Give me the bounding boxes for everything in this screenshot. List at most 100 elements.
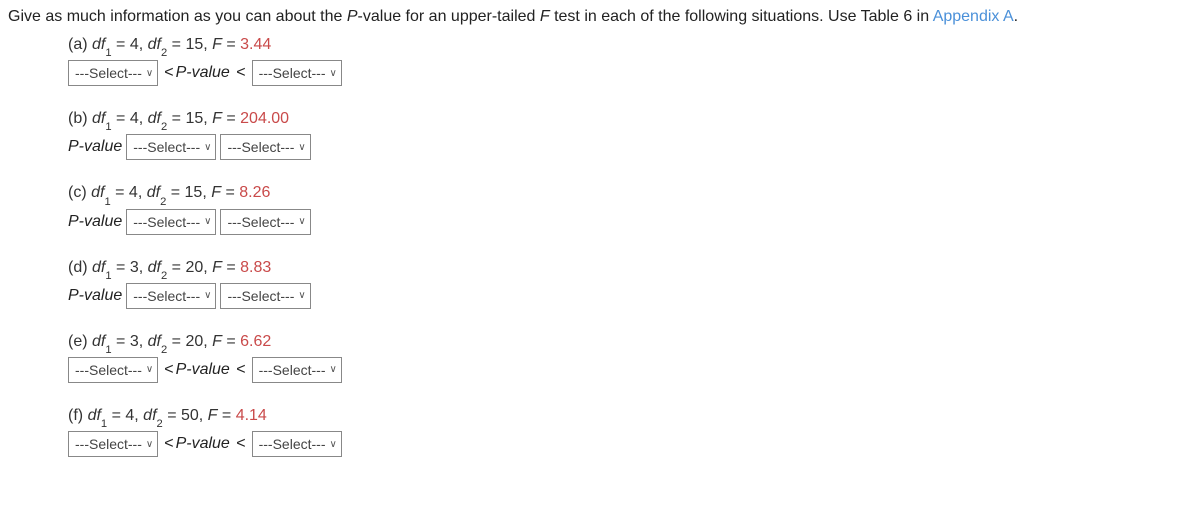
select-lower-f[interactable]: ---Select--- ∨ bbox=[68, 431, 158, 457]
df-label: df bbox=[92, 110, 105, 127]
df-label: df bbox=[148, 333, 161, 350]
problem-b-statement: (b) df1 = 4, df2 = 15, F = 204.00 bbox=[68, 110, 1200, 130]
select-text: ---Select--- bbox=[133, 214, 200, 230]
chevron-down-icon: ∨ bbox=[146, 364, 153, 375]
f-label: F bbox=[212, 333, 222, 350]
chevron-down-icon: ∨ bbox=[204, 216, 211, 227]
f-value: 204.00 bbox=[240, 110, 289, 127]
select-text: ---Select--- bbox=[75, 436, 142, 452]
df1-val: 4 bbox=[129, 184, 138, 201]
answer-row-d: P-value ---Select--- ∨ ---Select--- ∨ bbox=[68, 283, 1200, 309]
df-label: df bbox=[143, 407, 156, 424]
problem-c: (c) df1 = 4, df2 = 15, F = 8.26 P-value … bbox=[68, 184, 1200, 234]
problem-d-statement: (d) df1 = 3, df2 = 20, F = 8.83 bbox=[68, 259, 1200, 279]
df-label: df bbox=[92, 333, 105, 350]
df-label: df bbox=[148, 36, 161, 53]
select-upper-f[interactable]: ---Select--- ∨ bbox=[252, 431, 342, 457]
part-label: (c) bbox=[68, 184, 87, 201]
df-label: df bbox=[92, 36, 105, 53]
chevron-down-icon: ∨ bbox=[330, 439, 337, 450]
problem-d: (d) df1 = 3, df2 = 20, F = 8.83 P-value … bbox=[68, 259, 1200, 309]
appendix-link[interactable]: Appendix A bbox=[933, 8, 1014, 25]
select-relation-d[interactable]: ---Select--- ∨ bbox=[126, 283, 216, 309]
select-text: ---Select--- bbox=[259, 65, 326, 81]
f-label: F bbox=[208, 407, 218, 424]
problem-a-statement: (a) df1 = 4, df2 = 15, F = 3.44 bbox=[68, 36, 1200, 56]
chevron-down-icon: ∨ bbox=[298, 216, 305, 227]
f-value: 6.62 bbox=[240, 333, 271, 350]
problem-a: (a) df1 = 4, df2 = 15, F = 3.44 ---Selec… bbox=[68, 36, 1200, 86]
answer-row-c: P-value ---Select--- ∨ ---Select--- ∨ bbox=[68, 209, 1200, 235]
select-lower-e[interactable]: ---Select--- ∨ bbox=[68, 357, 158, 383]
df2-val: 20 bbox=[185, 259, 203, 276]
df2-val: 15 bbox=[185, 184, 203, 201]
df-label: df bbox=[147, 184, 160, 201]
df-label: df bbox=[92, 259, 105, 276]
sub-1: 1 bbox=[105, 121, 111, 133]
select-value-d[interactable]: ---Select--- ∨ bbox=[220, 283, 310, 309]
select-value-c[interactable]: ---Select--- ∨ bbox=[220, 209, 310, 235]
select-lower-a[interactable]: ---Select--- ∨ bbox=[68, 60, 158, 86]
pvalue-label: P-value bbox=[68, 213, 122, 231]
chevron-down-icon: ∨ bbox=[146, 439, 153, 450]
problem-f-statement: (f) df1 = 4, df2 = 50, F = 4.14 bbox=[68, 407, 1200, 427]
sub-2: 2 bbox=[160, 196, 166, 208]
sub-2: 2 bbox=[157, 418, 163, 430]
select-text: ---Select--- bbox=[133, 288, 200, 304]
sub-1: 1 bbox=[105, 47, 111, 59]
select-text: ---Select--- bbox=[227, 139, 294, 155]
problem-f: (f) df1 = 4, df2 = 50, F = 4.14 ---Selec… bbox=[68, 407, 1200, 457]
problem-c-statement: (c) df1 = 4, df2 = 15, F = 8.26 bbox=[68, 184, 1200, 204]
df2-val: 50 bbox=[181, 407, 199, 424]
select-relation-b[interactable]: ---Select--- ∨ bbox=[126, 134, 216, 160]
pvalue-range-label: <P-value < bbox=[162, 361, 247, 379]
f-label: F bbox=[211, 184, 221, 201]
chevron-down-icon: ∨ bbox=[146, 68, 153, 79]
chevron-down-icon: ∨ bbox=[330, 68, 337, 79]
part-label: (a) bbox=[68, 36, 88, 53]
df-label: df bbox=[88, 407, 101, 424]
select-text: ---Select--- bbox=[133, 139, 200, 155]
intro-period: . bbox=[1014, 8, 1018, 25]
intro-p-ital: P bbox=[347, 8, 358, 25]
intro-part2: -value for an upper-tailed bbox=[358, 8, 540, 25]
df2-val: 20 bbox=[185, 333, 203, 350]
sub-1: 1 bbox=[104, 196, 110, 208]
sub-2: 2 bbox=[161, 121, 167, 133]
f-value: 8.26 bbox=[239, 184, 270, 201]
chevron-down-icon: ∨ bbox=[204, 142, 211, 153]
select-upper-a[interactable]: ---Select--- ∨ bbox=[252, 60, 342, 86]
select-value-b[interactable]: ---Select--- ∨ bbox=[220, 134, 310, 160]
sub-2: 2 bbox=[161, 344, 167, 356]
select-text: ---Select--- bbox=[75, 362, 142, 378]
sub-2: 2 bbox=[161, 47, 167, 59]
pvalue-label: P-value bbox=[68, 287, 122, 305]
df1-val: 3 bbox=[130, 333, 139, 350]
select-relation-c[interactable]: ---Select--- ∨ bbox=[126, 209, 216, 235]
df1-val: 4 bbox=[130, 110, 139, 127]
df1-val: 3 bbox=[130, 259, 139, 276]
part-label: (d) bbox=[68, 259, 88, 276]
sub-1: 1 bbox=[101, 418, 107, 430]
select-upper-e[interactable]: ---Select--- ∨ bbox=[252, 357, 342, 383]
answer-row-e: ---Select--- ∨ <P-value < ---Select--- ∨ bbox=[68, 357, 1200, 383]
f-label: F bbox=[212, 36, 222, 53]
chevron-down-icon: ∨ bbox=[204, 290, 211, 301]
df-label: df bbox=[148, 259, 161, 276]
chevron-down-icon: ∨ bbox=[330, 364, 337, 375]
problems-container: (a) df1 = 4, df2 = 15, F = 3.44 ---Selec… bbox=[68, 36, 1200, 457]
df2-val: 15 bbox=[185, 36, 203, 53]
df1-val: 4 bbox=[125, 407, 134, 424]
part-label: (b) bbox=[68, 110, 88, 127]
select-text: ---Select--- bbox=[259, 436, 326, 452]
problem-e: (e) df1 = 3, df2 = 20, F = 6.62 ---Selec… bbox=[68, 333, 1200, 383]
answer-row-f: ---Select--- ∨ <P-value < ---Select--- ∨ bbox=[68, 431, 1200, 457]
f-value: 4.14 bbox=[236, 407, 267, 424]
answer-row-b: P-value ---Select--- ∨ ---Select--- ∨ bbox=[68, 134, 1200, 160]
f-value: 8.83 bbox=[240, 259, 271, 276]
df-label: df bbox=[148, 110, 161, 127]
f-value: 3.44 bbox=[240, 36, 271, 53]
intro-text: Give as much information as you can abou… bbox=[8, 8, 1200, 26]
f-label: F bbox=[212, 110, 222, 127]
pvalue-range-label: <P-value < bbox=[162, 64, 247, 82]
